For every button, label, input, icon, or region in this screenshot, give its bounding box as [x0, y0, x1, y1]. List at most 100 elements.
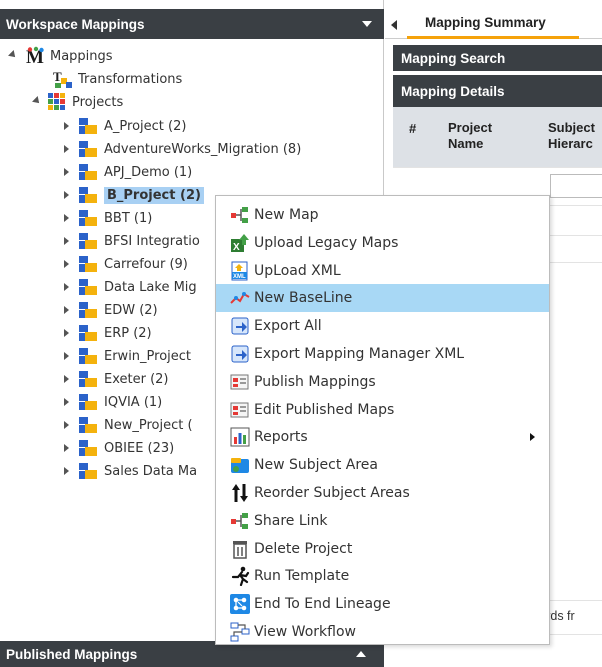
project-label: New_Project (: [104, 417, 193, 433]
reorder-icon: [230, 483, 250, 503]
project-folder-icon: [78, 370, 98, 388]
menu-item-label: Export Mapping Manager XML: [254, 346, 465, 362]
project-folder-icon: [78, 186, 98, 204]
menu-item-label: Share Link: [254, 513, 328, 529]
expand-toggle-icon[interactable]: [62, 236, 72, 246]
menu-item-lineage[interactable]: End To End Lineage: [216, 590, 549, 618]
project-label: IQVIA (1): [104, 394, 163, 410]
upload-legacy-icon: X: [230, 233, 250, 253]
mapping-search-bar[interactable]: Mapping Search: [393, 45, 602, 71]
project-folder-icon: [78, 255, 98, 273]
projects-label: Projects: [72, 94, 124, 110]
workspace-mappings-title: Workspace Mappings: [6, 16, 145, 32]
expand-toggle-icon[interactable]: [62, 397, 72, 407]
run-template-icon: [230, 566, 250, 587]
project-tree-item[interactable]: Erwin_Project: [62, 345, 191, 367]
menu-item-new-map[interactable]: New Map: [216, 201, 549, 229]
project-tree-item[interactable]: Carrefour (9): [62, 253, 188, 275]
delete-icon: [230, 539, 250, 559]
menu-item-reorder[interactable]: Reorder Subject Areas: [216, 479, 549, 507]
menu-item-publish-mappings[interactable]: Publish Mappings: [216, 368, 549, 396]
menu-item-label: New Map: [254, 207, 319, 223]
col-subject-line1[interactable]: Subject: [548, 120, 595, 136]
reports-icon: [230, 427, 250, 447]
project-tree-item[interactable]: Data Lake Mig: [62, 276, 197, 298]
menu-item-reports[interactable]: Reports: [216, 423, 549, 451]
menu-item-export-all[interactable]: Export All: [216, 312, 549, 340]
expand-toggle-icon[interactable]: [62, 443, 72, 453]
menu-item-label: Run Template: [254, 568, 350, 584]
tab-bar: Mapping Summary: [385, 9, 602, 39]
workflow-icon: [230, 622, 250, 642]
expand-toggle-icon[interactable]: [62, 121, 72, 131]
project-tree-item[interactable]: IQVIA (1): [62, 391, 162, 413]
svg-text:T: T: [53, 69, 62, 84]
expand-toggle-icon[interactable]: [62, 328, 72, 338]
expand-toggle-icon[interactable]: [62, 167, 72, 177]
expand-toggle-icon[interactable]: [62, 420, 72, 430]
tab-mapping-summary[interactable]: Mapping Summary: [407, 9, 579, 39]
project-tree-item[interactable]: New_Project (: [62, 414, 193, 436]
expand-toggle-icon[interactable]: [62, 190, 72, 200]
workspace-mappings-header[interactable]: Workspace Mappings: [0, 9, 384, 39]
baseline-icon: [230, 288, 250, 308]
project-folder-icon: [78, 416, 98, 434]
project-tree-item[interactable]: B_Project (2): [62, 184, 204, 206]
expand-toggle-icon[interactable]: [62, 259, 72, 269]
menu-item-label: Delete Project: [254, 541, 353, 557]
col-project-name-line2[interactable]: Name: [448, 136, 483, 152]
project-tree-item[interactable]: Exeter (2): [62, 368, 169, 390]
col-subject-line2[interactable]: Hierarc: [548, 136, 593, 152]
project-tree-item[interactable]: BBT (1): [62, 207, 152, 229]
col-project-name-line1[interactable]: Project: [448, 120, 492, 136]
project-tree-item[interactable]: Sales Data Ma: [62, 460, 197, 482]
svg-text:X: X: [233, 242, 240, 253]
collapse-icon[interactable]: [362, 21, 372, 27]
col-number[interactable]: #: [409, 121, 416, 137]
mapping-details-bar[interactable]: Mapping Details: [393, 75, 602, 107]
project-tree-item[interactable]: EDW (2): [62, 299, 158, 321]
export-all-icon: [230, 316, 250, 336]
filter-input[interactable]: [550, 174, 602, 198]
tree-root-mappings[interactable]: M Mappings: [8, 45, 113, 67]
project-label: OBIEE (23): [104, 440, 175, 456]
project-folder-icon: [78, 163, 98, 181]
menu-item-label: UpLoad XML: [254, 263, 341, 279]
menu-item-workflow[interactable]: View Workflow: [216, 618, 549, 646]
project-tree-item[interactable]: BFSI Integratio: [62, 230, 200, 252]
expand-toggle-icon[interactable]: [32, 97, 42, 107]
tree-item-projects[interactable]: Projects: [32, 91, 123, 113]
expand-toggle-icon[interactable]: [62, 374, 72, 384]
expand-toggle-icon[interactable]: [8, 51, 18, 61]
expand-toggle-icon[interactable]: [62, 282, 72, 292]
menu-item-upload-xml[interactable]: XML UpLoad XML: [216, 257, 549, 285]
expand-toggle-icon[interactable]: [62, 351, 72, 361]
project-tree-item[interactable]: ERP (2): [62, 322, 152, 344]
menu-item-run-template[interactable]: Run Template: [216, 562, 549, 590]
project-tree-item[interactable]: AdventureWorks_Migration (8): [62, 138, 301, 160]
project-folder-icon: [78, 140, 98, 158]
project-folder-icon: [78, 278, 98, 296]
expand-toggle-icon[interactable]: [62, 305, 72, 315]
menu-item-edit-published[interactable]: Edit Published Maps: [216, 396, 549, 424]
menu-item-baseline[interactable]: New BaseLine: [216, 284, 549, 312]
expand-toggle-icon[interactable]: [62, 466, 72, 476]
menu-item-upload-legacy[interactable]: X Upload Legacy Maps: [216, 229, 549, 257]
expand-toggle-icon[interactable]: [62, 213, 72, 223]
tab-scroll-left-icon[interactable]: [391, 20, 397, 30]
menu-item-subject-area[interactable]: New Subject Area: [216, 451, 549, 479]
project-tree-item[interactable]: A_Project (2): [62, 115, 186, 137]
project-label: Carrefour (9): [104, 256, 188, 272]
menu-item-share-link[interactable]: Share Link: [216, 507, 549, 535]
expand-icon[interactable]: [356, 651, 366, 657]
expand-toggle-icon[interactable]: [62, 144, 72, 154]
project-label: Sales Data Ma: [104, 463, 198, 479]
menu-item-export-xml[interactable]: Export Mapping Manager XML: [216, 340, 549, 368]
project-tree-item[interactable]: APJ_Demo (1): [62, 161, 192, 183]
menu-item-delete[interactable]: Delete Project: [216, 535, 549, 563]
project-tree-item[interactable]: OBIEE (23): [62, 437, 174, 459]
tree-item-transformations[interactable]: T Transformations: [52, 68, 182, 90]
svg-text:XML: XML: [233, 274, 246, 280]
project-label: BBT (1): [104, 210, 153, 226]
subject-area-icon: [230, 455, 250, 475]
